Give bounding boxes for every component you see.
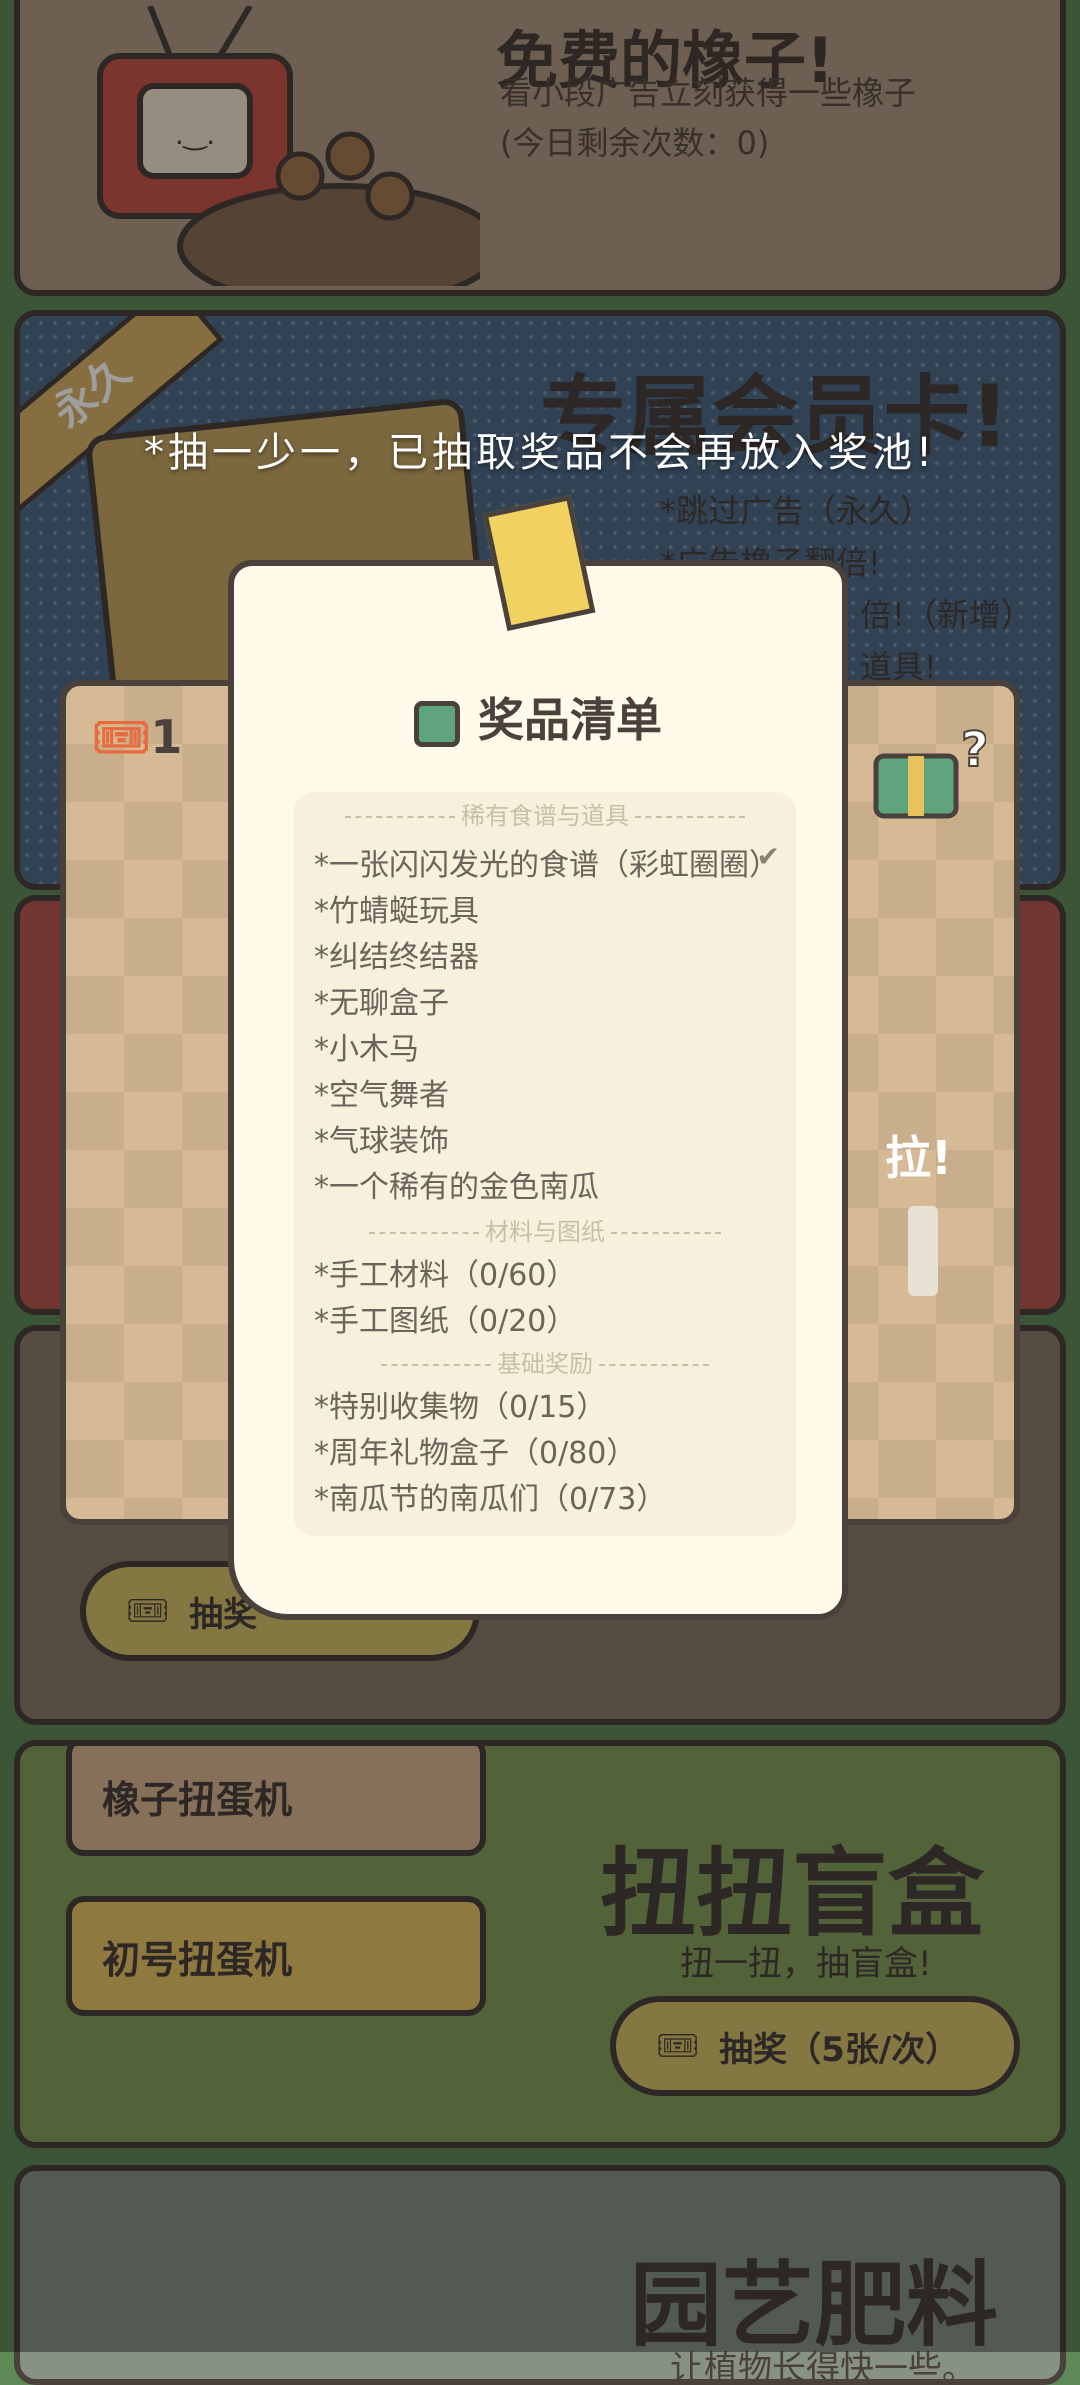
list-item: *空气舞者 [314,1078,449,1113]
ticket-count: 🎟1 [92,710,183,764]
ticket-icon: 🎟 [92,710,151,764]
pull-label: 拉! [885,1131,952,1185]
prize-list-title: 奖品清单 [234,684,842,750]
arrow-down-icon [908,1206,938,1296]
list-item: *周年礼物盒子（0/80） [314,1436,637,1471]
list-item: *无聊盒子 [314,986,449,1021]
list-item: *特别收集物（0/15） [314,1390,607,1425]
list-item: *小木马 [314,1032,419,1067]
list-item: *手工材料（0/60） [314,1258,577,1293]
gift-icon [414,700,460,747]
list-item: *一个稀有的金色南瓜 [314,1170,599,1205]
section-header: 基础奖励 [294,1344,796,1379]
section-header: 稀有食谱与道具 [294,796,796,831]
check-icon: ✔ [756,840,780,873]
list-item: *气球装饰 [314,1124,449,1159]
svg-text:?: ? [961,722,986,778]
mystery-gift-icon: ? [873,721,986,819]
list-item: *纠结终结器 [314,940,479,975]
list-item: *一张闪闪发光的食谱（彩虹圈圈） [314,848,779,883]
prize-list-dialog: 奖品清单 稀有食谱与道具 *一张闪闪发光的食谱（彩虹圈圈） ✔ *竹蜻蜓玩具 *… [228,560,848,1620]
list-item: *手工图纸（0/20） [314,1304,577,1339]
draw-notice: *抽一少一，已抽取奖品不会再放入奖池! [143,430,937,476]
section-header: 材料与图纸 [294,1212,796,1247]
list-item: *竹蜻蜓玩具 [314,894,479,929]
list-item: *南瓜节的南瓜们（0/73） [314,1482,667,1517]
prize-list: 稀有食谱与道具 *一张闪闪发光的食谱（彩虹圈圈） ✔ *竹蜻蜓玩具 *纠结终结器… [294,792,796,1536]
